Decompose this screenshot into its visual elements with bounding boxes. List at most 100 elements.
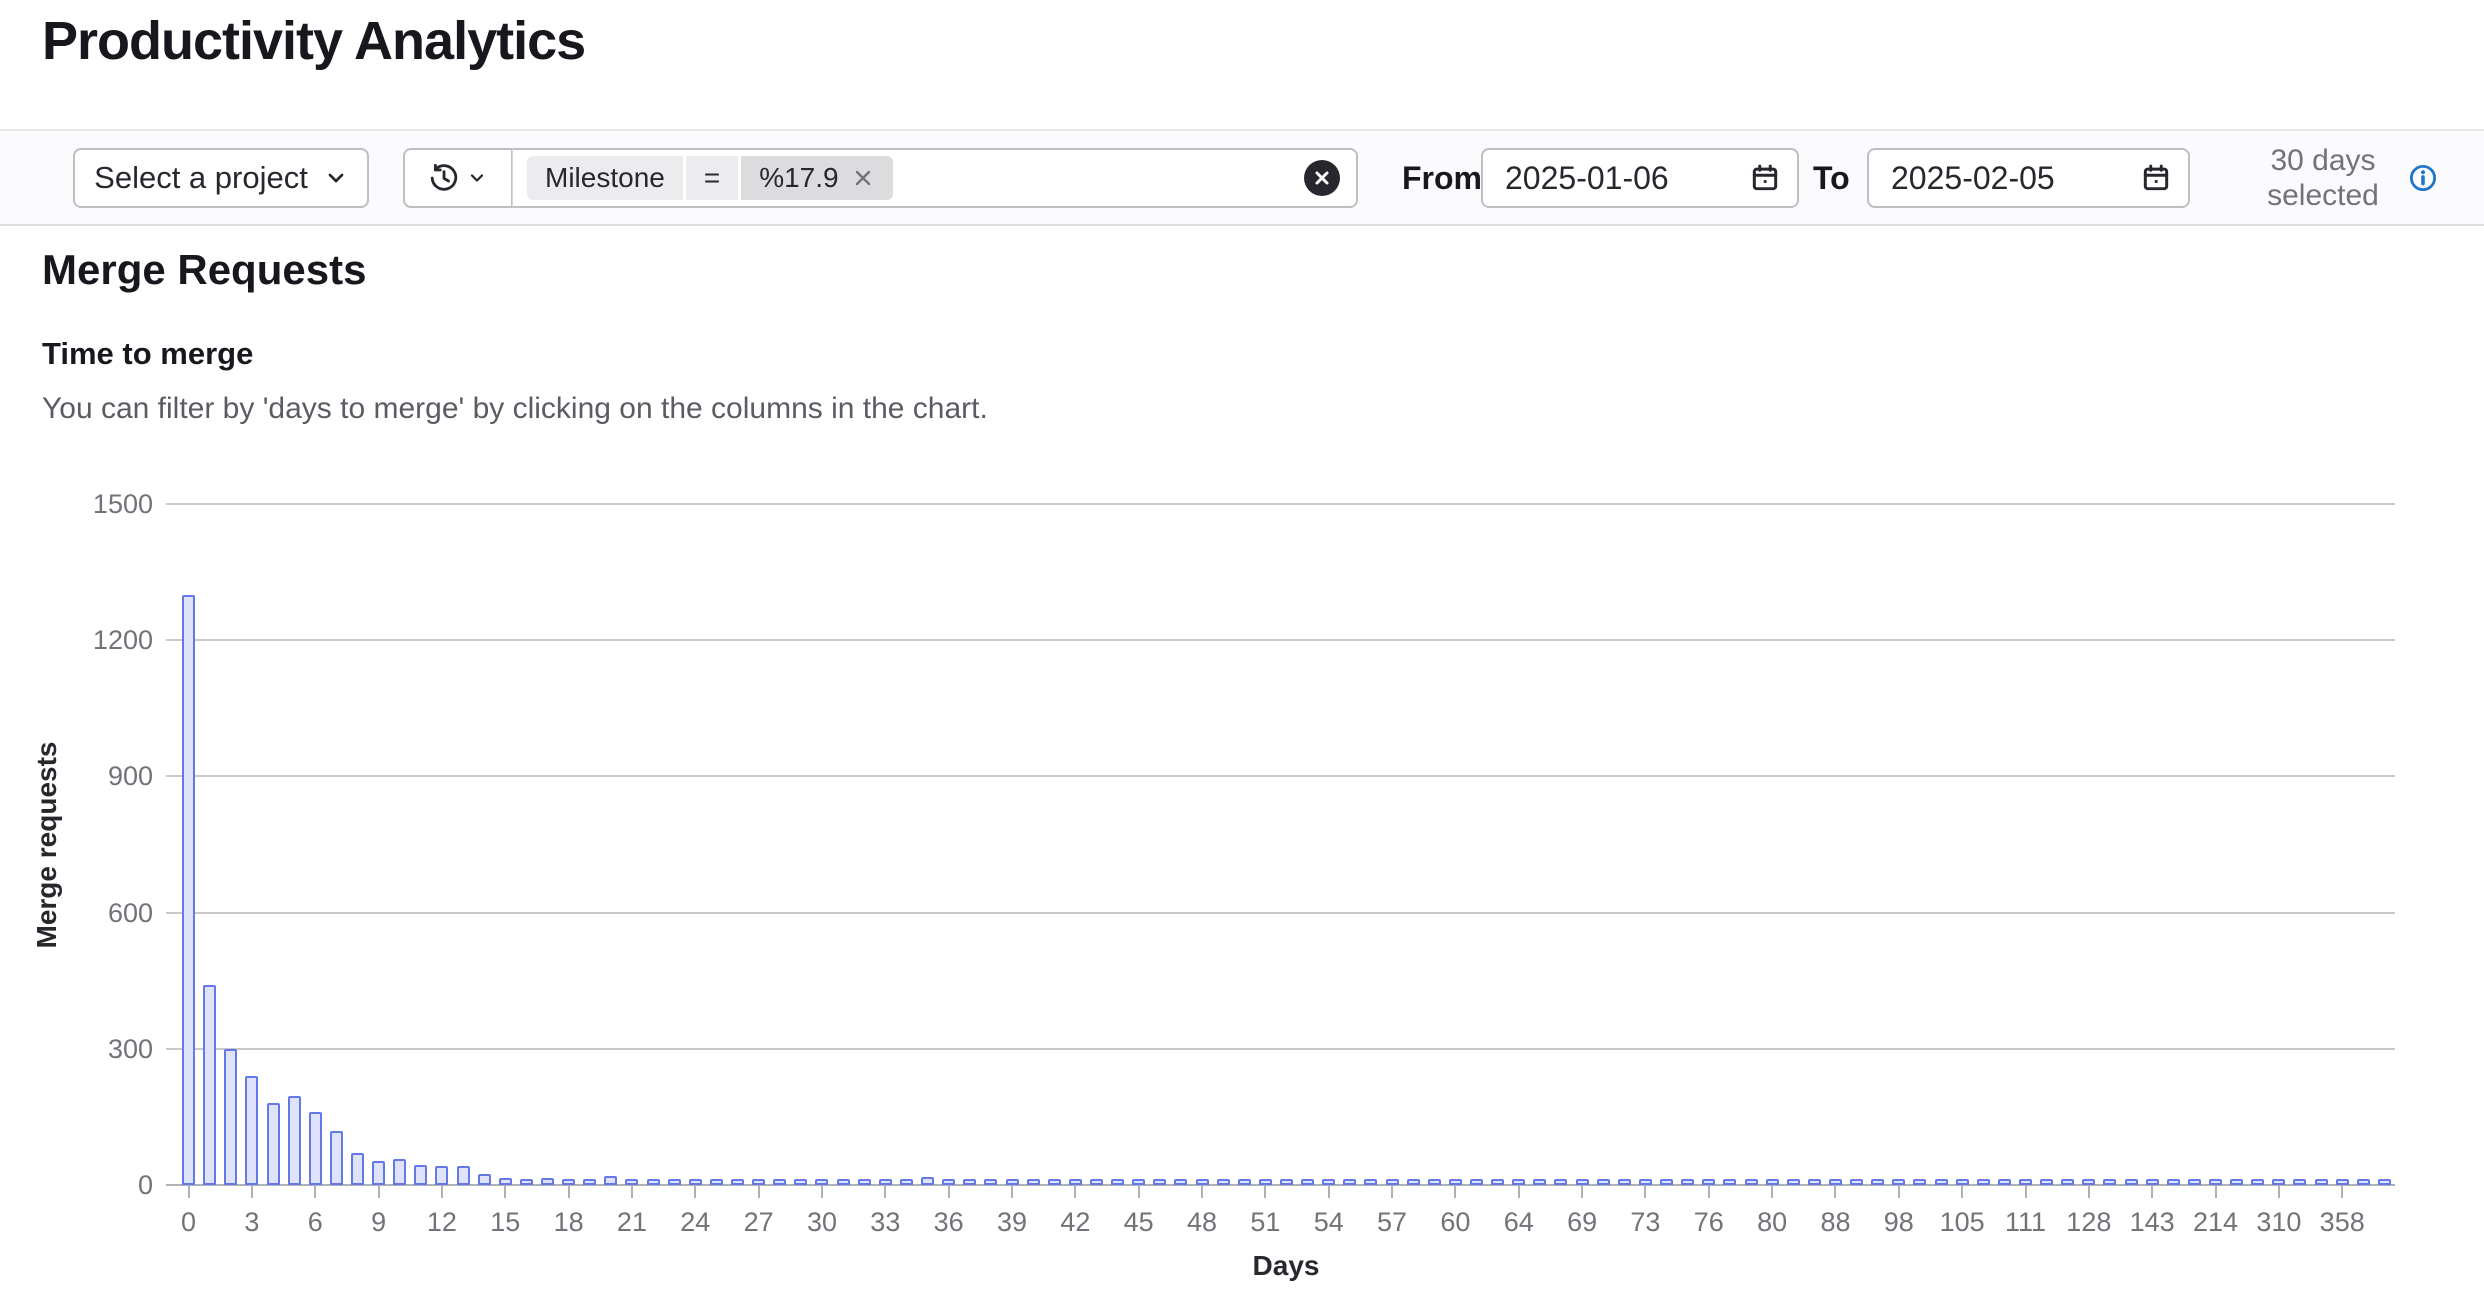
bar[interactable]	[583, 1179, 596, 1185]
bar[interactable]	[562, 1179, 575, 1185]
bar[interactable]	[2357, 1179, 2370, 1185]
bar[interactable]	[330, 1131, 343, 1185]
bar[interactable]	[2061, 1179, 2074, 1185]
bar[interactable]	[1787, 1179, 1800, 1185]
bar[interactable]	[1681, 1179, 1694, 1185]
bar[interactable]	[1576, 1179, 1589, 1185]
bar[interactable]	[1280, 1179, 1293, 1185]
bar[interactable]	[1850, 1179, 1863, 1185]
bar[interactable]	[900, 1179, 913, 1185]
bar[interactable]	[478, 1174, 491, 1185]
bar[interactable]	[2251, 1179, 2264, 1185]
bar[interactable]	[2019, 1179, 2032, 1185]
bar[interactable]	[1533, 1179, 1546, 1185]
bar[interactable]	[1956, 1179, 1969, 1185]
bar[interactable]	[879, 1179, 892, 1185]
bar[interactable]	[1174, 1179, 1187, 1185]
bar[interactable]	[1998, 1179, 2011, 1185]
bar[interactable]	[2167, 1179, 2180, 1185]
bar[interactable]	[1006, 1179, 1019, 1185]
bar[interactable]	[1660, 1179, 1673, 1185]
bar[interactable]	[2336, 1179, 2349, 1185]
bar[interactable]	[1512, 1179, 1525, 1185]
bar[interactable]	[1935, 1179, 1948, 1185]
bar[interactable]	[1913, 1179, 1926, 1185]
bar[interactable]	[1301, 1179, 1314, 1185]
bar[interactable]	[203, 985, 216, 1185]
bar[interactable]	[1386, 1179, 1399, 1185]
bar[interactable]	[1407, 1179, 1420, 1185]
bar[interactable]	[2103, 1179, 2116, 1185]
bar[interactable]	[731, 1179, 744, 1185]
bar[interactable]	[1322, 1179, 1335, 1185]
bar[interactable]	[1597, 1179, 1610, 1185]
bar[interactable]	[2125, 1179, 2138, 1185]
bar[interactable]	[414, 1165, 427, 1185]
bar[interactable]	[499, 1178, 512, 1185]
bar[interactable]	[2293, 1179, 2306, 1185]
bar[interactable]	[541, 1178, 554, 1185]
bar[interactable]	[668, 1179, 681, 1185]
bar[interactable]	[1343, 1179, 1356, 1185]
bar[interactable]	[837, 1179, 850, 1185]
bar[interactable]	[1196, 1179, 1209, 1185]
bar[interactable]	[2040, 1179, 2053, 1185]
bar[interactable]	[1069, 1179, 1082, 1185]
bar[interactable]	[1259, 1179, 1272, 1185]
bar[interactable]	[372, 1161, 385, 1185]
bar[interactable]	[435, 1166, 448, 1185]
bar[interactable]	[457, 1166, 470, 1185]
bar[interactable]	[1449, 1179, 1462, 1185]
bar[interactable]	[2209, 1179, 2222, 1185]
bar[interactable]	[1745, 1179, 1758, 1185]
bar[interactable]	[1554, 1179, 1567, 1185]
bar[interactable]	[1153, 1179, 1166, 1185]
bar[interactable]	[647, 1179, 660, 1185]
bar[interactable]	[1618, 1179, 1631, 1185]
bar[interactable]	[1723, 1179, 1736, 1185]
bar[interactable]	[815, 1179, 828, 1185]
bar[interactable]	[1111, 1179, 1124, 1185]
bar[interactable]	[1090, 1179, 1103, 1185]
bar[interactable]	[942, 1179, 955, 1185]
bar[interactable]	[1428, 1179, 1441, 1185]
bar[interactable]	[1238, 1179, 1251, 1185]
bar[interactable]	[1217, 1179, 1230, 1185]
bar[interactable]	[773, 1179, 786, 1185]
bar[interactable]	[984, 1179, 997, 1185]
bar[interactable]	[2188, 1179, 2201, 1185]
bar[interactable]	[309, 1112, 322, 1185]
bar[interactable]	[921, 1177, 934, 1185]
bar[interactable]	[288, 1096, 301, 1185]
bar[interactable]	[2230, 1179, 2243, 1185]
bar[interactable]	[224, 1049, 237, 1185]
bar[interactable]	[1808, 1179, 1821, 1185]
bar[interactable]	[689, 1179, 702, 1185]
bar[interactable]	[1470, 1179, 1483, 1185]
bar[interactable]	[625, 1179, 638, 1185]
bar[interactable]	[710, 1179, 723, 1185]
bar[interactable]	[2272, 1179, 2285, 1185]
bar[interactable]	[1892, 1179, 1905, 1185]
bar[interactable]	[1702, 1179, 1715, 1185]
bar[interactable]	[2315, 1179, 2328, 1185]
bar[interactable]	[2146, 1179, 2159, 1185]
bar[interactable]	[1829, 1179, 1842, 1185]
bar[interactable]	[963, 1179, 976, 1185]
bar[interactable]	[858, 1179, 871, 1185]
bar[interactable]	[1132, 1179, 1145, 1185]
bar[interactable]	[1364, 1179, 1377, 1185]
bar[interactable]	[752, 1179, 765, 1185]
bar[interactable]	[1639, 1179, 1652, 1185]
bar[interactable]	[1977, 1179, 1990, 1185]
bar[interactable]	[267, 1103, 280, 1185]
bar[interactable]	[351, 1153, 364, 1185]
bar[interactable]	[1048, 1179, 1061, 1185]
bar[interactable]	[2378, 1179, 2391, 1185]
bar[interactable]	[245, 1076, 258, 1185]
bar[interactable]	[794, 1179, 807, 1185]
bar[interactable]	[520, 1179, 533, 1185]
bar[interactable]	[393, 1159, 406, 1185]
bar[interactable]	[1766, 1179, 1779, 1185]
bar[interactable]	[182, 595, 195, 1185]
